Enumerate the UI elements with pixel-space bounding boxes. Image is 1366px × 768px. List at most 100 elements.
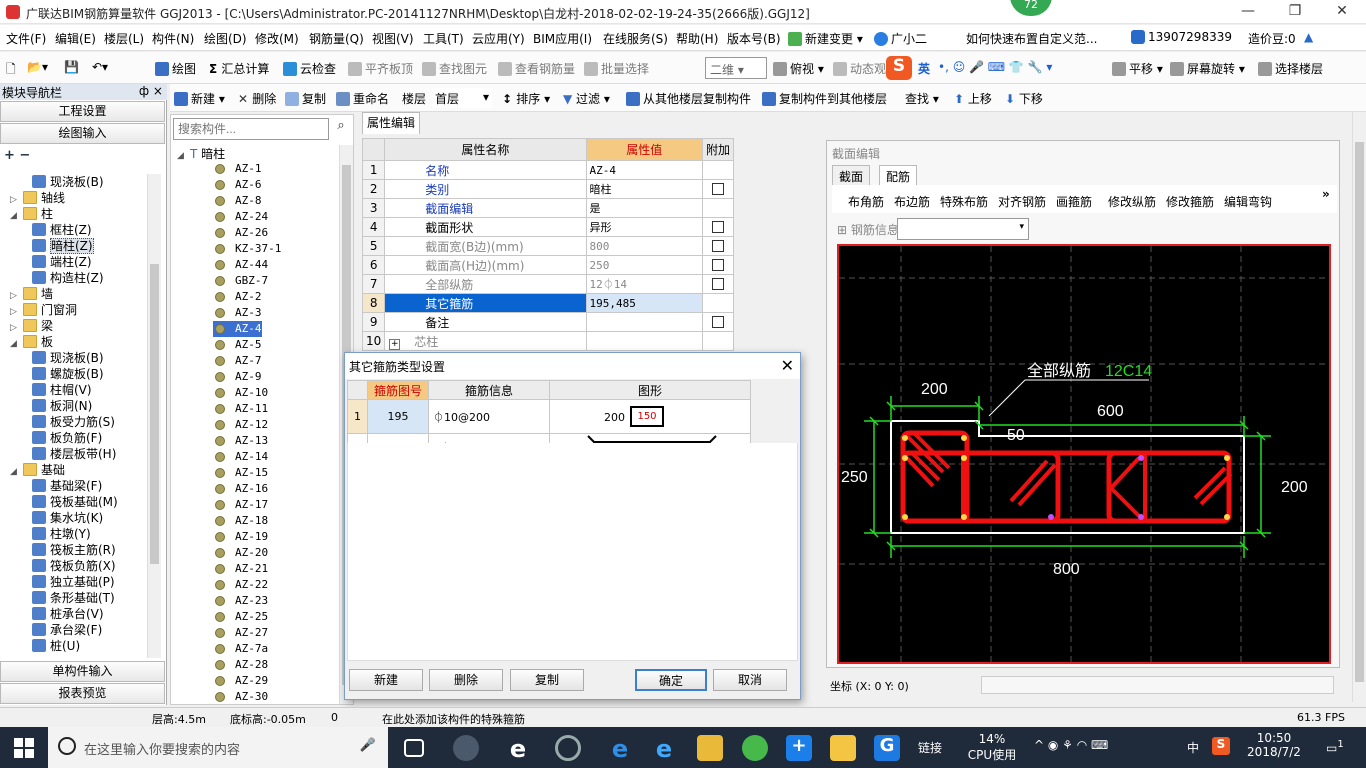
property-row[interactable]: 2 类别 暗柱 [361, 179, 735, 199]
draw-button[interactable]: 绘图 [155, 60, 196, 77]
expander-icon[interactable]: ◢ [10, 208, 20, 224]
file-explorer-icon[interactable] [697, 735, 723, 761]
component-item[interactable]: AZ-30 [213, 689, 268, 704]
nav-item[interactable]: 柱墩(Y) [32, 526, 91, 542]
component-item[interactable]: AZ-23 [213, 593, 268, 609]
expand-icon[interactable]: + [389, 338, 401, 350]
move-up-button[interactable]: ⬆ 上移 [954, 90, 992, 107]
draw-stirrup-button[interactable]: 画箍筋 [1056, 193, 1092, 210]
expand-collapse-icon[interactable]: + − [4, 148, 30, 163]
property-value[interactable]: 195,485 [585, 293, 703, 313]
component-item[interactable]: AZ-15 [213, 465, 268, 481]
component-item[interactable]: AZ-1 [213, 161, 262, 177]
component-item[interactable]: AZ-44 [213, 257, 268, 273]
move-down-button[interactable]: ⬇ 下移 [1005, 90, 1043, 107]
report-preview-button[interactable]: 报表预览 [0, 683, 165, 704]
menu-assistant[interactable]: 广小二 [874, 30, 927, 47]
filter-button[interactable]: ▼ 过滤 ▾ [563, 90, 610, 107]
notification-icon[interactable]: ▭1 [1326, 739, 1344, 755]
property-value[interactable]: 是 [585, 198, 703, 218]
tab-property-edit[interactable]: 属性编辑 [362, 112, 420, 134]
ie-icon[interactable]: e [505, 735, 531, 763]
sum-button[interactable]: Σ 汇总计算 [209, 60, 269, 77]
sogou-tray-icon[interactable]: S [1212, 737, 1230, 755]
view-rebar-qty-button[interactable]: 查看钢筋量 [498, 60, 575, 77]
nav-item[interactable]: 柱帽(V) [32, 382, 92, 398]
property-value[interactable]: 12⏀14 [585, 274, 703, 294]
stirrup-row[interactable]: 1 195 ⏀10@200 200 150 [347, 399, 751, 434]
fan-app-icon[interactable] [453, 735, 479, 761]
property-row[interactable]: 6 截面高(H边)(mm) 250 [361, 255, 735, 275]
tab-section[interactable]: 截面 [832, 165, 871, 185]
property-value[interactable]: 暗柱 [585, 179, 703, 199]
sort-button[interactable]: ↕ 排序 ▾ [502, 90, 550, 107]
menu-view[interactable]: 视图(V) [372, 30, 414, 47]
property-value[interactable]: 异形 [585, 217, 703, 237]
nav-item[interactable]: 筏板基础(M) [32, 494, 118, 510]
shape-no-cell[interactable]: 195 [367, 399, 429, 434]
copy-to-floor-button[interactable]: 复制构件到其他楼层 [762, 90, 887, 107]
task-view-icon[interactable] [404, 739, 424, 757]
menu-file[interactable]: 文件(F) [6, 30, 46, 47]
modify-stirrup-button[interactable]: 修改箍筋 [1166, 193, 1214, 210]
property-row[interactable]: 10 + 芯柱 [361, 331, 735, 351]
view-mode-select[interactable]: 二维 ▾ [705, 57, 767, 79]
find-button[interactable]: 查找 ▾ [905, 90, 939, 107]
menu-floor[interactable]: 楼层(L) [104, 30, 144, 47]
dynamic-view-button[interactable]: 动态观 [833, 60, 886, 77]
component-root[interactable]: ◢ T 暗柱 [177, 145, 225, 162]
dialog-close-icon[interactable]: ✕ [781, 356, 794, 375]
open-folder-icon[interactable]: 📂▾ [27, 60, 48, 74]
component-item[interactable]: AZ-10 [213, 385, 268, 401]
save-icon[interactable]: 💾 [64, 60, 79, 74]
taskbar-search-input[interactable]: 在这里输入你要搜索的内容 🎤 [48, 727, 388, 768]
menu-version[interactable]: 版本号(B) [727, 30, 781, 47]
component-item[interactable]: AZ-25 [213, 609, 268, 625]
menu-modify[interactable]: 修改(M) [255, 30, 299, 47]
component-item[interactable]: AZ-17 [213, 497, 268, 513]
notes-app-icon[interactable] [830, 735, 856, 761]
right-scrollbar[interactable] [1352, 112, 1366, 702]
windows-start-icon[interactable] [14, 738, 34, 758]
property-row[interactable]: 5 截面宽(B边)(mm) 800 [361, 236, 735, 256]
delete-component-button[interactable]: ✕ 删除 [238, 90, 276, 107]
edge-bar-button[interactable]: 布边筋 [894, 193, 930, 210]
nav-item[interactable]: 端柱(Z) [32, 254, 92, 270]
corner-bar-button[interactable]: 布角筋 [848, 193, 884, 210]
screen-rotate-button[interactable]: 屏幕旋转 ▾ [1170, 60, 1245, 77]
pin-close-icon[interactable]: ф × [139, 84, 163, 98]
notification-badge[interactable]: 72 [1010, 0, 1052, 16]
nav-item[interactable]: 暗柱(Z) [32, 238, 94, 254]
edge-icon[interactable]: e [607, 735, 633, 763]
modify-long-bar-button[interactable]: 修改纵筋 [1108, 193, 1156, 210]
menu-tools[interactable]: 工具(T) [423, 30, 464, 47]
component-item[interactable]: AZ-11 [213, 401, 268, 417]
component-item[interactable]: AZ-21 [213, 561, 268, 577]
nav-scrollbar[interactable] [147, 174, 161, 658]
nav-item[interactable]: 螺旋板(B) [32, 366, 104, 382]
nav-item[interactable]: 筏板负筋(X) [32, 558, 116, 574]
drawing-input-button[interactable]: 绘图输入 [0, 123, 165, 144]
property-row[interactable]: 9 备注 [361, 312, 735, 332]
component-item[interactable]: AZ-24 [213, 209, 268, 225]
component-item[interactable]: AZ-19 [213, 529, 268, 545]
nav-folder[interactable]: ◢ 柱 [10, 206, 53, 222]
component-item[interactable]: AZ-3 [213, 305, 262, 321]
component-item[interactable]: AZ-26 [213, 225, 268, 241]
component-item[interactable]: AZ-12 [213, 417, 268, 433]
component-item[interactable]: AZ-18 [213, 513, 268, 529]
tab-rebar[interactable]: 配筋 [879, 165, 918, 185]
dialog-delete-button[interactable]: 删除 [429, 669, 503, 691]
dialog-copy-button[interactable]: 复制 [510, 669, 584, 691]
component-item[interactable]: AZ-9 [213, 369, 262, 385]
flat-slab-button[interactable]: 平齐板顶 [348, 60, 413, 77]
select-floor-button[interactable]: 选择楼层 [1258, 60, 1323, 77]
component-item[interactable]: AZ-8 [213, 193, 262, 209]
component-item[interactable]: AZ-7 [213, 353, 262, 369]
nav-item[interactable]: 筏板主筋(R) [32, 542, 116, 558]
nav-item[interactable]: 板洞(N) [32, 398, 92, 414]
nav-item[interactable]: 板负筋(F) [32, 430, 102, 446]
property-value[interactable]: AZ-4 [585, 160, 703, 180]
menu-component[interactable]: 构件(N) [152, 30, 194, 47]
nav-folder[interactable]: ▷ 门窗洞 [10, 302, 77, 318]
